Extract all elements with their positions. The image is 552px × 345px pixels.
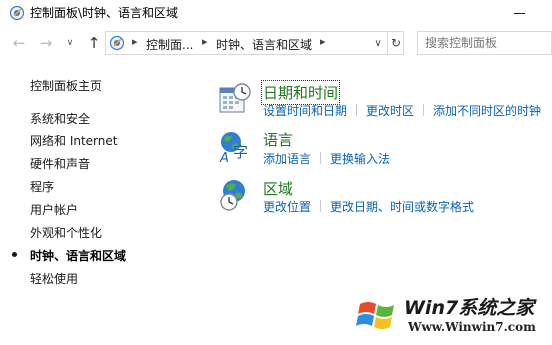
sidebar-item-system-security[interactable]: 系统和安全	[30, 110, 90, 127]
category-links-language: 添加语言 更换输入法	[263, 150, 390, 167]
chevron-down-icon[interactable]: ∨	[60, 32, 80, 54]
link-change-time-zone[interactable]: 更改时区	[366, 104, 414, 118]
watermark-title: Win7系统之家	[404, 297, 535, 319]
link-add-language[interactable]: 添加语言	[263, 152, 311, 166]
svg-text:A: A	[219, 151, 229, 164]
chevron-right-icon[interactable]: ▸	[202, 35, 208, 48]
sidebar-item-ease-of-access[interactable]: 轻松使用	[30, 270, 78, 287]
chevron-down-icon[interactable]: ∨	[370, 33, 386, 53]
watermark-url: Www.Winwin7.com	[408, 320, 536, 334]
svg-text:字: 字	[233, 143, 248, 161]
refresh-icon[interactable]: ↻	[387, 32, 404, 54]
sidebar-item-hardware-sound[interactable]: 硬件和声音	[30, 155, 90, 172]
category-title-language[interactable]: 语言	[263, 129, 293, 150]
link-divider	[356, 104, 358, 116]
category-links-date-time: 设置时间和日期 更改时区 添加不同时区的时钟	[263, 102, 541, 119]
sidebar-item-programs[interactable]: 程序	[30, 178, 54, 195]
sidebar-item-appearance[interactable]: 外观和个性化	[30, 224, 102, 241]
link-change-formats[interactable]: 更改日期、时间或数字格式	[330, 200, 474, 214]
control-panel-icon	[109, 35, 125, 51]
address-bar: ← → ∨ ↑ ▸ 控制面... ▸ 时钟、语言和区域 ▸ ∨ ↻	[0, 29, 552, 57]
category-language: A 字 语言 添加语言 更换输入法	[218, 130, 552, 166]
language-icon[interactable]: A 字	[218, 130, 252, 164]
calendar-clock-icon[interactable]	[218, 82, 252, 116]
category-region: 区域 更改位置 更改日期、时间或数字格式	[218, 178, 552, 214]
title-bar: 控制面板\时钟、语言和区域	[0, 0, 552, 26]
category-links-region: 更改位置 更改日期、时间或数字格式	[263, 198, 474, 215]
category-title-region[interactable]: 区域	[263, 178, 293, 199]
link-divider	[320, 200, 322, 212]
search-input[interactable]	[418, 32, 551, 54]
current-item-bullet	[12, 252, 17, 257]
sidebar-item-network-internet[interactable]: 网络和 Internet	[30, 132, 117, 149]
sidebar-item-control-panel-home[interactable]: 控制面板主页	[30, 77, 102, 94]
search-field[interactable]	[417, 31, 552, 55]
breadcrumb-control-panel[interactable]: 控制面...	[146, 36, 193, 53]
globe-clock-icon[interactable]	[218, 178, 252, 212]
link-set-time-date[interactable]: 设置时间和日期	[263, 104, 347, 118]
chevron-right-icon[interactable]: ▸	[132, 35, 138, 48]
link-divider	[320, 152, 322, 164]
link-change-input-method[interactable]: 更换输入法	[330, 152, 390, 166]
breadcrumb[interactable]: ▸ 控制面... ▸ 时钟、语言和区域 ▸ ∨ ↻	[105, 31, 404, 55]
control-panel-icon	[9, 5, 25, 21]
link-divider	[423, 104, 425, 116]
sidebar-item-clock-language-region[interactable]: 时钟、语言和区域	[30, 247, 126, 264]
minimize-button[interactable]	[497, 2, 543, 24]
category-date-time: 日期和时间 设置时间和日期 更改时区 添加不同时区的时钟	[218, 80, 552, 119]
windows-logo-icon	[356, 302, 394, 329]
back-arrow-icon[interactable]: ←	[9, 32, 29, 54]
chevron-right-icon[interactable]: ▸	[320, 35, 326, 48]
breadcrumb-clock-language-region[interactable]: 时钟、语言和区域	[216, 36, 312, 53]
link-change-location[interactable]: 更改位置	[263, 200, 311, 214]
forward-arrow-icon[interactable]: →	[36, 32, 56, 54]
category-title-date-time[interactable]: 日期和时间	[260, 80, 341, 105]
up-arrow-icon[interactable]: ↑	[84, 32, 104, 54]
watermark-logo: Win7系统之家 Www.Winwin7.com	[356, 288, 552, 345]
window-title: 控制面板\时钟、语言和区域	[30, 6, 179, 20]
sidebar-item-user-accounts[interactable]: 用户帐户	[30, 201, 78, 218]
link-add-clocks[interactable]: 添加不同时区的时钟	[433, 104, 541, 118]
